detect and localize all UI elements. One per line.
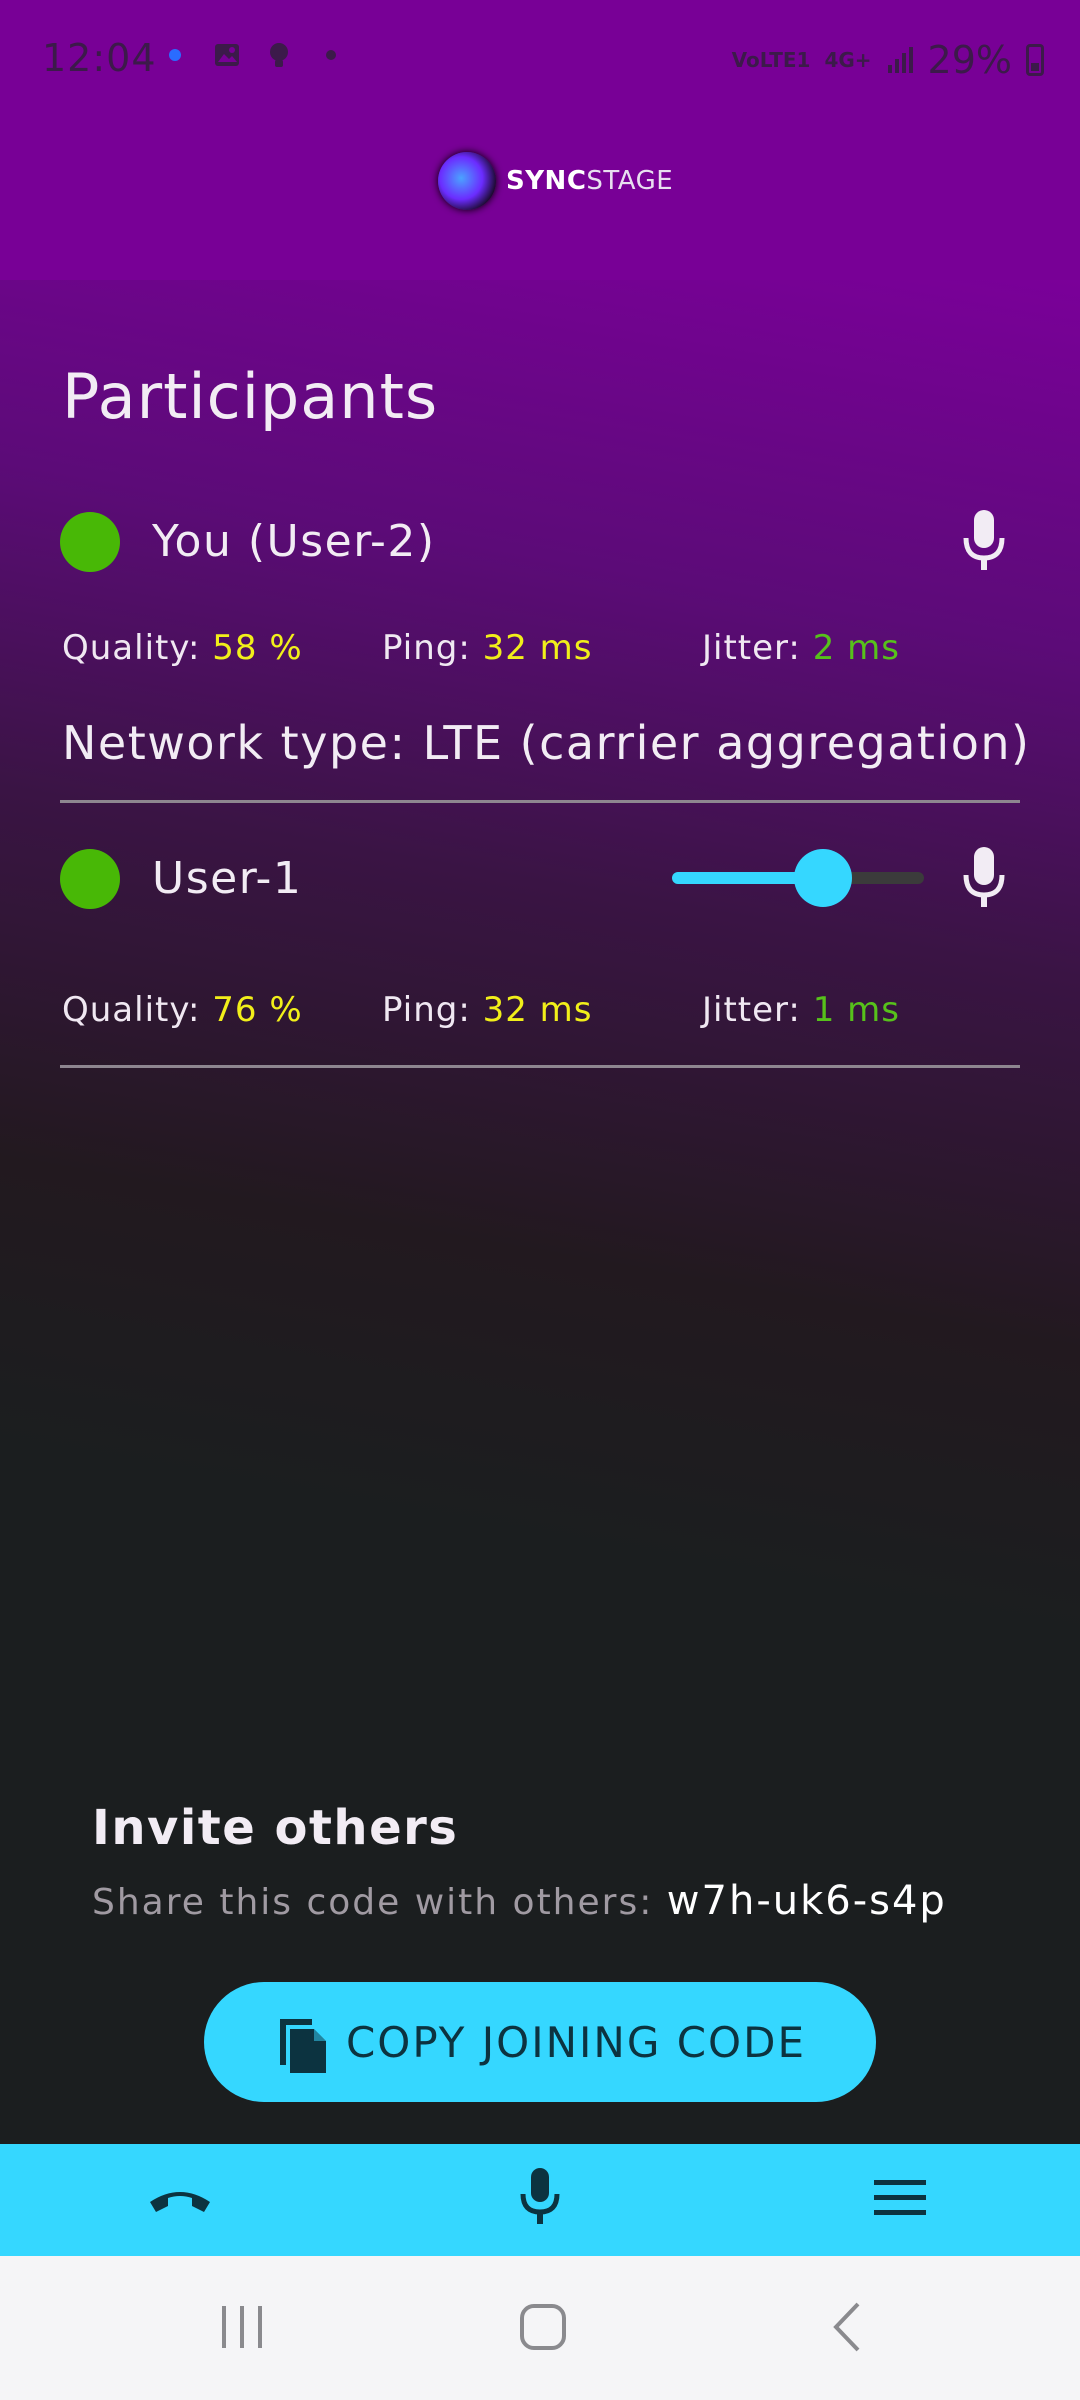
call-action-bar — [0, 2144, 1080, 2256]
battery-icon — [1026, 44, 1044, 76]
syncstage-logo-text: SYNCSTAGE — [506, 166, 673, 196]
page-title: Participants — [62, 360, 439, 433]
hang-up-icon[interactable] — [146, 2180, 214, 2220]
gallery-icon — [215, 44, 239, 66]
invite-title: Invite others — [92, 1800, 459, 1856]
home-icon[interactable] — [518, 2302, 568, 2352]
jitter-label: Jitter: — [702, 990, 801, 1030]
status-indicator-online — [60, 849, 120, 909]
ping-value: 32 ms — [482, 990, 593, 1030]
quality-label: Quality: — [62, 628, 201, 668]
logo-light-text: STAGE — [586, 166, 674, 196]
invite-subtitle: Share this code with others: w7h-uk6-s4p — [92, 1878, 947, 1924]
status-notification-icons — [160, 40, 346, 70]
ping-stat: Ping: 32 ms — [382, 990, 593, 1030]
ping-label: Ping: — [382, 628, 471, 668]
jitter-value: 2 ms — [812, 628, 900, 668]
syncstage-logo-mark — [438, 152, 496, 210]
menu-icon[interactable] — [874, 2178, 926, 2218]
copy-joining-code-button[interactable]: COPY JOINING CODE — [204, 1982, 876, 2102]
jitter-stat: Jitter: 2 ms — [702, 628, 900, 668]
quality-value: 58 % — [212, 628, 303, 668]
lightbulb-icon — [270, 43, 288, 67]
ping-label: Ping: — [382, 990, 471, 1030]
notification-dot-icon — [326, 50, 336, 60]
microphone-icon[interactable] — [518, 2166, 562, 2228]
jitter-label: Jitter: — [702, 628, 801, 668]
copy-icon — [279, 2019, 326, 2073]
copy-button-label: COPY JOINING CODE — [345, 2017, 806, 2067]
quality-label: Quality: — [62, 990, 201, 1030]
quality-value: 76 % — [212, 990, 303, 1030]
divider — [60, 800, 1020, 803]
volte-label: VoLTE1 — [731, 48, 811, 72]
network-type: Network type: LTE (carrier aggregation) — [62, 716, 1031, 770]
status-indicator-online — [60, 512, 120, 572]
status-time: 12:04 — [42, 36, 157, 80]
jitter-value: 1 ms — [812, 990, 900, 1030]
signal-icon — [887, 47, 913, 73]
joining-code: w7h-uk6-s4p — [666, 1878, 947, 1924]
quality-stat: Quality: 76 % — [62, 990, 303, 1030]
participant-name: User-1 — [152, 853, 303, 904]
jitter-stat: Jitter: 1 ms — [702, 990, 900, 1030]
syncstage-logo: SYNCSTAGE — [438, 152, 673, 210]
back-icon[interactable] — [828, 2300, 864, 2354]
ping-stat: Ping: 32 ms — [382, 628, 593, 668]
network-gen-label: 4G+ — [824, 48, 872, 72]
microphone-icon[interactable] — [958, 508, 1010, 574]
system-navigation-bar — [0, 2256, 1080, 2400]
status-right: VoLTE1 4G+ 29% — [732, 38, 1044, 82]
quality-stat: Quality: 58 % — [62, 628, 303, 668]
ping-value: 32 ms — [482, 628, 593, 668]
microphone-icon[interactable] — [958, 845, 1010, 911]
recent-apps-icon[interactable] — [218, 2304, 266, 2350]
divider — [60, 1065, 1020, 1068]
battery-percent: 29% — [927, 38, 1012, 82]
participant-name: You (User-2) — [152, 516, 436, 567]
logo-bold-text: SYNC — [506, 166, 587, 196]
volume-slider-thumb[interactable] — [794, 849, 853, 907]
invite-subtitle-text: Share this code with others: — [92, 1882, 654, 1923]
app-notification-icon — [169, 49, 181, 61]
